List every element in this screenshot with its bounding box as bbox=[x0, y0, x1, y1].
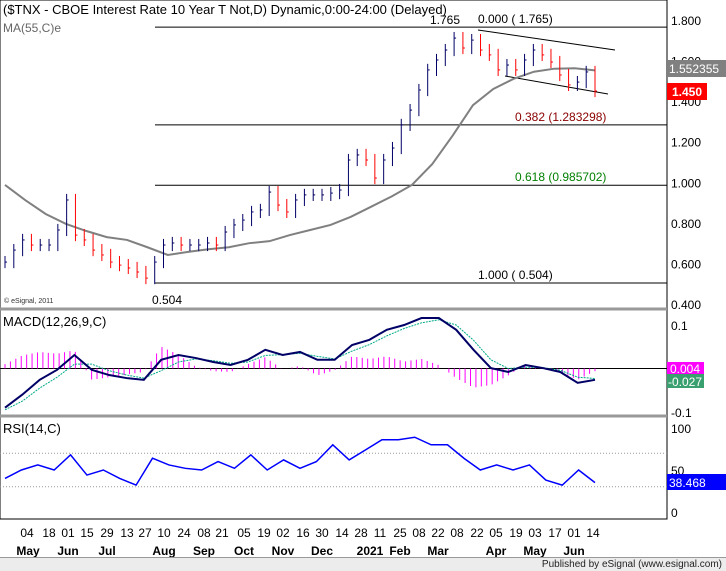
fib-label-0.000: 0.000 ( 1.765) bbox=[478, 12, 553, 26]
x-tick-label: 11 bbox=[374, 526, 387, 540]
x-tick-label: 16 bbox=[296, 526, 310, 540]
x-tick-label: 04 bbox=[20, 526, 34, 540]
copyright: © eSignal, 2011 bbox=[4, 297, 54, 305]
month-label: Jun bbox=[57, 544, 78, 558]
x-tick-label: 27 bbox=[138, 526, 152, 540]
publisher-credit: Published by eSignal (www.esignal.com) bbox=[541, 559, 722, 570]
x-tick-label: 03 bbox=[528, 526, 542, 540]
price-tick-label: 0.600 bbox=[671, 257, 701, 271]
fib-label-0.382: 0.382 (1.283298) bbox=[515, 110, 606, 124]
month-label: Apr bbox=[486, 544, 507, 558]
month-label: May bbox=[16, 544, 40, 558]
x-tick-label: 22 bbox=[470, 526, 484, 540]
low-label: 0.504 bbox=[152, 293, 182, 307]
footer-bar: Published by eSignal (www.esignal.com) bbox=[0, 557, 726, 571]
price-tick-label: 0.800 bbox=[671, 217, 701, 231]
macd-tick-label: -0.1 bbox=[671, 406, 692, 420]
macd-tick-label: 0.1 bbox=[671, 319, 688, 333]
month-label: Oct bbox=[234, 544, 254, 558]
x-tick-label: 28 bbox=[354, 526, 368, 540]
x-tick-label: 29 bbox=[100, 526, 114, 540]
x-tick-label: 14 bbox=[335, 526, 349, 540]
x-tick-label: 05 bbox=[237, 526, 251, 540]
x-tick-label: 01 bbox=[567, 526, 581, 540]
month-label: 2021 bbox=[357, 544, 384, 558]
rsi-tick-label: 100 bbox=[671, 422, 691, 436]
macd-title: MACD(12,26,9,C) bbox=[3, 314, 106, 329]
x-tick-label: 30 bbox=[315, 526, 329, 540]
chart-canvas[interactable]: ($TNX - CBOE Interest Rate 10 Year T Not… bbox=[0, 0, 726, 571]
fib-label-0.618: 0.618 (0.985702) bbox=[515, 170, 606, 184]
x-tick-label: 08 bbox=[450, 526, 464, 540]
month-label: Jul bbox=[98, 544, 115, 558]
price-tick-label: 1.000 bbox=[671, 176, 701, 190]
x-tick-label: 21 bbox=[215, 526, 229, 540]
month-label: Aug bbox=[152, 544, 175, 558]
month-label: Sep bbox=[193, 544, 215, 558]
rsi-tick-label: 0 bbox=[671, 506, 678, 520]
histogram-value: 0.004 bbox=[670, 362, 700, 376]
month-label: Jun bbox=[563, 544, 584, 558]
rsi-title: RSI(14,C) bbox=[3, 421, 61, 436]
x-tick-label: 19 bbox=[257, 526, 271, 540]
chart-window: ($TNX - CBOE Interest Rate 10 Year T Not… bbox=[0, 0, 726, 571]
month-label: May bbox=[523, 544, 547, 558]
price-tick-label: 0.400 bbox=[671, 298, 701, 312]
chart-title: ($TNX - CBOE Interest Rate 10 Year T Not… bbox=[3, 2, 447, 17]
x-tick-label: 10 bbox=[157, 526, 171, 540]
x-tick-label: 14 bbox=[586, 526, 600, 540]
month-label: Mar bbox=[427, 544, 449, 558]
x-tick-label: 08 bbox=[197, 526, 211, 540]
ma-legend: MA(55,C)e bbox=[3, 21, 61, 35]
x-tick-label: 22 bbox=[431, 526, 445, 540]
ma-value: 1.552355 bbox=[669, 62, 719, 76]
x-tick-label: 19 bbox=[509, 526, 523, 540]
x-tick-label: 05 bbox=[489, 526, 503, 540]
x-tick-label: 13 bbox=[120, 526, 134, 540]
fib-label-1.000: 1.000 ( 0.504) bbox=[478, 268, 553, 282]
x-tick-label: 01 bbox=[61, 526, 75, 540]
x-tick-label: 24 bbox=[177, 526, 191, 540]
x-tick-label: 18 bbox=[42, 526, 56, 540]
price-value: 1.450 bbox=[672, 85, 702, 99]
x-tick-label: 02 bbox=[276, 526, 290, 540]
rsi-value: 38.468 bbox=[669, 476, 706, 490]
macd-value: -0.027 bbox=[668, 375, 702, 389]
month-label: Nov bbox=[272, 544, 295, 558]
month-label: Dec bbox=[311, 544, 333, 558]
plot-frame bbox=[0, 0, 668, 520]
high-label: 1.765 bbox=[430, 13, 460, 27]
x-tick-label: 25 bbox=[393, 526, 407, 540]
month-label: Feb bbox=[389, 544, 410, 558]
x-tick-label: 17 bbox=[548, 526, 562, 540]
price-tick-label: 1.200 bbox=[671, 136, 701, 150]
price-tick-label: 1.800 bbox=[671, 14, 701, 28]
x-tick-label: 15 bbox=[80, 526, 94, 540]
x-tick-label: 08 bbox=[412, 526, 426, 540]
